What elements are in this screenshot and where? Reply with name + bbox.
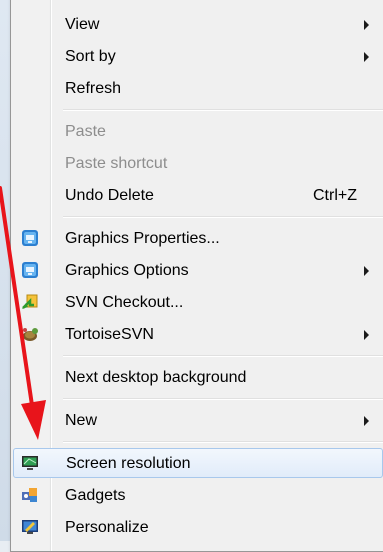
submenu-arrow-icon bbox=[364, 416, 369, 426]
menu-item-view[interactable]: View bbox=[13, 9, 383, 39]
submenu-arrow-icon bbox=[364, 266, 369, 276]
desktop-context-menu: View Sort by Refresh Paste Paste shortcu… bbox=[10, 0, 383, 552]
menu-item-new[interactable]: New bbox=[13, 405, 383, 435]
menu-item-label: View bbox=[65, 16, 100, 33]
submenu-arrow-icon bbox=[364, 52, 369, 62]
menu-item-refresh[interactable]: Refresh bbox=[13, 73, 383, 103]
menu-item-label: Refresh bbox=[65, 80, 122, 97]
menu-item-label: Screen resolution bbox=[66, 455, 191, 472]
svn-checkout-icon bbox=[22, 294, 38, 309]
submenu-arrow-icon bbox=[364, 330, 369, 340]
intel-graphics-icon bbox=[22, 262, 38, 278]
menu-item-label: SVN Checkout... bbox=[65, 294, 184, 311]
menu-separator bbox=[63, 398, 383, 400]
menu-item-label: Graphics Properties... bbox=[65, 230, 220, 247]
menu-item-label: Sort by bbox=[65, 48, 116, 65]
personalize-icon bbox=[22, 520, 38, 534]
gadgets-icon bbox=[22, 488, 37, 502]
menu-separator bbox=[63, 355, 383, 357]
menu-item-paste-shortcut[interactable]: Paste shortcut bbox=[13, 148, 383, 178]
menu-item-graphics-properties[interactable]: Graphics Properties... bbox=[13, 223, 383, 253]
menu-item-personalize[interactable]: Personalize bbox=[13, 512, 383, 542]
menu-item-undo-delete[interactable]: Undo Delete Ctrl+Z bbox=[13, 180, 383, 210]
menu-separator bbox=[63, 216, 383, 218]
menu-item-label: Graphics Options bbox=[65, 262, 189, 279]
menu-item-gadgets[interactable]: Gadgets bbox=[13, 480, 383, 510]
menu-item-label: Paste bbox=[65, 123, 106, 140]
menu-item-tortoisesvn[interactable]: TortoiseSVN bbox=[13, 319, 383, 349]
menu-item-label: New bbox=[65, 412, 98, 429]
menu-item-next-desktop-background[interactable]: Next desktop background bbox=[13, 362, 383, 392]
menu-item-sort-by[interactable]: Sort by bbox=[13, 41, 383, 71]
menu-item-label: Personalize bbox=[65, 519, 149, 536]
menu-item-label: Next desktop background bbox=[65, 369, 247, 386]
menu-item-paste[interactable]: Paste bbox=[13, 116, 383, 146]
menu-item-label: Undo Delete bbox=[65, 187, 154, 204]
menu-item-label: Paste shortcut bbox=[65, 155, 168, 172]
intel-graphics-icon bbox=[22, 230, 38, 246]
submenu-arrow-icon bbox=[364, 20, 369, 30]
menu-item-screen-resolution[interactable]: Screen resolution bbox=[13, 448, 383, 478]
menu-item-svn-checkout[interactable]: SVN Checkout... bbox=[13, 287, 383, 317]
menu-item-label: TortoiseSVN bbox=[65, 326, 154, 343]
monitor-icon bbox=[22, 456, 38, 470]
menu-item-label: Gadgets bbox=[65, 487, 126, 504]
tortoisesvn-icon bbox=[23, 328, 38, 341]
menu-separator bbox=[63, 109, 383, 111]
menu-item-shortcut: Ctrl+Z bbox=[313, 187, 357, 204]
menu-separator bbox=[63, 441, 383, 443]
menu-item-graphics-options[interactable]: Graphics Options bbox=[13, 255, 383, 285]
